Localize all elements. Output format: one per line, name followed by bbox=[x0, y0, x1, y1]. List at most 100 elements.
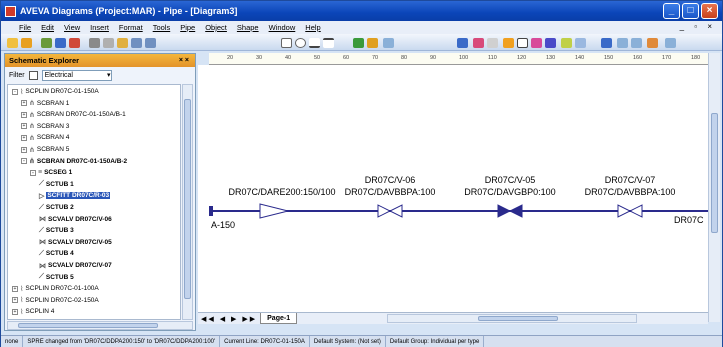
tree-node[interactable]: - ⌇ SCPLIN DR07C-01-150A bbox=[12, 87, 99, 96]
tree-node[interactable]: - ⋔ SCBRAN DR07C-01-150A/B-2 bbox=[21, 157, 127, 166]
copy-icon[interactable] bbox=[103, 38, 114, 48]
valve-v05-symbol[interactable] bbox=[497, 204, 523, 218]
mdi-window-controls[interactable]: _ ▫ × bbox=[680, 22, 716, 31]
menu-edit[interactable]: Edit bbox=[41, 23, 54, 32]
status-default-group[interactable]: Default Group: Individual per type bbox=[386, 336, 485, 347]
tree-node[interactable]: ▷ SCFITT DR07C/R-03 bbox=[39, 191, 111, 200]
paste-icon[interactable] bbox=[117, 38, 128, 48]
expand-icon[interactable]: + bbox=[21, 146, 27, 153]
connector-icon[interactable] bbox=[323, 38, 334, 48]
chart-icon[interactable] bbox=[631, 38, 642, 48]
diagram-horizontal-scrollbar[interactable] bbox=[387, 314, 638, 323]
expand-icon[interactable]: + bbox=[21, 111, 27, 118]
menu-window[interactable]: Window bbox=[269, 23, 296, 32]
tree-node[interactable]: + ⋔ SCBRAN 5 bbox=[21, 145, 69, 154]
tree-node[interactable]: ⟋ SCTUB 1 bbox=[39, 180, 74, 189]
tool-icon[interactable] bbox=[41, 38, 52, 48]
tree-node[interactable]: ⟋ SCTUB 4 bbox=[39, 249, 74, 258]
star-icon[interactable] bbox=[561, 38, 572, 48]
tree-node[interactable]: ⟋ SCTUB 5 bbox=[39, 273, 74, 282]
connect-icon[interactable] bbox=[531, 38, 542, 48]
tree-scroll-thumb[interactable] bbox=[184, 99, 191, 299]
check-icon[interactable] bbox=[367, 38, 378, 48]
print-icon[interactable] bbox=[69, 38, 80, 48]
save-icon[interactable] bbox=[55, 38, 66, 48]
expand-icon[interactable]: + bbox=[21, 100, 27, 107]
tree-node[interactable]: + ⋔ SCBRAN 4 bbox=[21, 133, 69, 142]
page-nav-arrows[interactable]: ◀◀ ◀ ▶ ▶▶ bbox=[198, 315, 260, 323]
rectangle-shape-icon[interactable] bbox=[281, 38, 292, 48]
insert-symbol-icon[interactable] bbox=[457, 38, 468, 48]
pipe-diagram[interactable]: DR07C/DARE200:150/100 DR07C/V-06 DR07C/D… bbox=[198, 65, 708, 312]
tree-node[interactable]: ⋈ SCVALV DR07C/V-06 bbox=[39, 215, 112, 224]
redo-icon[interactable] bbox=[145, 38, 156, 48]
help-icon[interactable] bbox=[665, 38, 676, 48]
tree-node[interactable]: + ⌇ SCPLIN DR07C-02-150A bbox=[12, 296, 99, 305]
valve-v07-symbol[interactable] bbox=[617, 204, 643, 218]
new-icon[interactable] bbox=[7, 38, 18, 48]
menu-view[interactable]: View bbox=[64, 23, 80, 32]
close-button[interactable]: × bbox=[701, 3, 718, 19]
people-icon[interactable] bbox=[575, 38, 586, 48]
tree-node[interactable]: ⟋ SCTUB 2 bbox=[39, 203, 74, 212]
open-icon[interactable] bbox=[21, 38, 32, 48]
status-current-line[interactable]: Current Line: DR07C-01-150A bbox=[220, 336, 310, 347]
collapse-icon[interactable]: - bbox=[30, 169, 36, 176]
diagram-scroll-thumb[interactable] bbox=[711, 113, 718, 233]
explorer-tree[interactable]: - ⌇ SCPLIN DR07C-01-150A + ⋔ SCBRAN 1 + ⋔ SCBRAN… bbox=[7, 84, 181, 320]
tree-node[interactable]: + ⋔ SCBRAN DR07C-01-150A/B-1 bbox=[21, 110, 126, 119]
diagram-canvas[interactable]: DR07C/DARE200:150/100 DR07C/V-06 DR07C/D… bbox=[198, 65, 708, 312]
tree-hscroll-thumb[interactable] bbox=[18, 323, 158, 328]
minimize-button[interactable]: _ bbox=[663, 3, 680, 19]
tree-node[interactable]: + ⋔ SCBRAN 1 bbox=[21, 99, 69, 108]
tree-node[interactable]: ⟋ SCTUB 3 bbox=[39, 226, 74, 235]
frame-icon[interactable] bbox=[503, 38, 514, 48]
tree-node[interactable]: + ⌇ SCPLIN 4 bbox=[12, 307, 54, 316]
tree-node[interactable]: - ≡ SCSEG 1 bbox=[30, 168, 72, 177]
menu-format[interactable]: Format bbox=[119, 23, 143, 32]
menu-insert[interactable]: Insert bbox=[90, 23, 109, 32]
menu-pipe[interactable]: Pipe bbox=[180, 23, 195, 32]
tree-node[interactable]: ⋈ SCVALV DR07C/V-05 bbox=[39, 238, 112, 247]
layout-icon[interactable] bbox=[487, 38, 498, 48]
expand-icon[interactable]: + bbox=[21, 123, 27, 130]
tree-node[interactable]: + ⌇ SCPLIN DR07C-01-100A bbox=[12, 284, 99, 293]
menu-help[interactable]: Help bbox=[305, 23, 320, 32]
cut-icon[interactable] bbox=[89, 38, 100, 48]
collapse-icon[interactable]: - bbox=[12, 88, 18, 95]
tree-vertical-scrollbar[interactable] bbox=[182, 84, 193, 320]
expand-icon[interactable]: + bbox=[12, 297, 18, 304]
menu-tools[interactable]: Tools bbox=[153, 23, 171, 32]
properties-icon[interactable] bbox=[601, 38, 612, 48]
reducer-fitting-symbol[interactable] bbox=[259, 203, 289, 219]
navigate-icon[interactable] bbox=[383, 38, 394, 48]
report-icon[interactable] bbox=[617, 38, 628, 48]
diagram-vertical-scrollbar[interactable] bbox=[708, 53, 720, 322]
page-1-tab[interactable]: Page-1 bbox=[260, 313, 298, 324]
filter-dropdown[interactable]: Electrical ▾ bbox=[41, 69, 112, 81]
tree-node[interactable]: + ⋔ SCBRAN 3 bbox=[21, 122, 69, 131]
menu-object[interactable]: Object bbox=[205, 23, 227, 32]
expand-icon[interactable]: + bbox=[21, 134, 27, 141]
line-shape-icon[interactable] bbox=[309, 38, 320, 48]
menu-file[interactable]: File bbox=[19, 23, 31, 32]
box-icon[interactable] bbox=[517, 38, 528, 48]
chevron-down-icon[interactable]: ▾ bbox=[107, 71, 111, 79]
expand-icon[interactable]: + bbox=[12, 308, 18, 315]
undo-icon[interactable] bbox=[131, 38, 142, 48]
valve-v06-symbol[interactable] bbox=[377, 204, 403, 218]
export-icon[interactable] bbox=[647, 38, 658, 48]
status-default-system[interactable]: Default System: (Not set) bbox=[310, 336, 386, 347]
expand-icon[interactable]: + bbox=[12, 285, 18, 292]
collapse-icon[interactable]: - bbox=[21, 158, 27, 165]
filter-checkbox[interactable] bbox=[28, 70, 38, 80]
tree-node[interactable]: ⋈ SCVALV DR07C/V-07 bbox=[39, 261, 112, 270]
grid-icon[interactable] bbox=[473, 38, 484, 48]
tree-horizontal-scrollbar[interactable] bbox=[7, 321, 193, 330]
explorer-pin-close[interactable]: × × bbox=[179, 57, 189, 64]
menu-shape[interactable]: Shape bbox=[237, 23, 259, 32]
refresh-icon[interactable] bbox=[353, 38, 364, 48]
table-icon[interactable] bbox=[545, 38, 556, 48]
diagram-hscroll-thumb[interactable] bbox=[478, 316, 559, 321]
maximize-button[interactable]: □ bbox=[682, 3, 699, 19]
